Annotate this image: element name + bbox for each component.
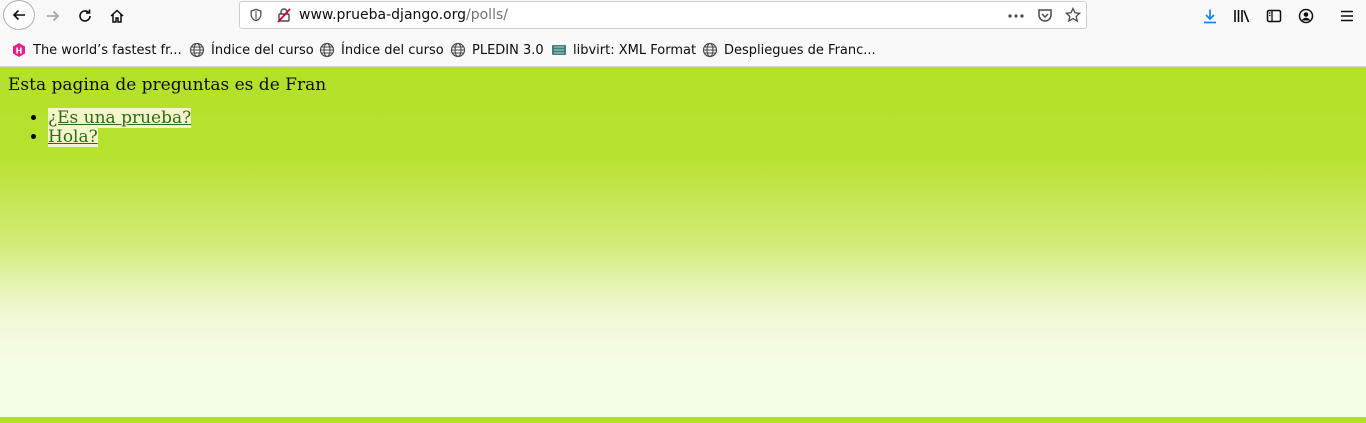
menu-button[interactable] [1332,2,1362,30]
bookmark-item[interactable]: Índice del curso [189,41,314,59]
poll-link[interactable]: Hola? [48,127,98,147]
download-icon [1204,9,1216,24]
bookmarks-toolbar: H The world’s fastest fr... Índice del c… [0,32,1366,67]
list-item: ¿Es una prueba? [48,108,192,128]
polls-list: ¿Es una prueba? Hola? [8,108,192,147]
shield-icon[interactable] [249,8,263,22]
navigation-toolbar: www.prueba-django.org/polls/ [0,0,1366,32]
home-icon [110,9,124,23]
bottom-border [0,417,1366,423]
bookmark-item[interactable]: Despliegues de Franc... [702,41,876,59]
bookmark-label: Despliegues de Franc... [724,42,876,58]
bookmark-item[interactable]: libvirt: XML Format [551,41,696,59]
globe-icon [189,42,205,58]
downloads-button[interactable] [1195,2,1225,30]
bookmark-item[interactable]: H The world’s fastest fr... [11,41,182,59]
home-button[interactable] [102,2,132,30]
account-button[interactable] [1291,2,1321,30]
library-button[interactable] [1227,2,1257,30]
hive-icon: H [11,42,27,58]
bookmark-label: The world’s fastest fr... [33,42,182,58]
url-host: www.prueba-django.org [299,7,467,23]
address-bar[interactable]: www.prueba-django.org/polls/ [239,1,1087,29]
page-heading: Esta pagina de preguntas es de Fran [8,75,327,95]
bookmark-star-icon[interactable] [1065,7,1081,23]
bookmark-item[interactable]: Índice del curso [319,41,444,59]
bookmark-label: PLEDIN 3.0 [472,42,544,58]
poll-link[interactable]: ¿Es una prueba? [48,108,192,128]
libvirt-icon [551,42,567,58]
insecure-lock-icon[interactable] [276,7,292,23]
list-item: Hola? [48,127,191,147]
bookmark-label: Índice del curso [211,42,314,58]
globe-icon [319,42,335,58]
forward-button[interactable] [38,2,68,30]
url-text[interactable]: www.prueba-django.org/polls/ [299,7,508,23]
url-path: /polls/ [466,7,508,23]
bookmark-item[interactable]: PLEDIN 3.0 [450,41,544,59]
back-arrow-icon [12,9,25,21]
globe-icon [450,42,466,58]
reload-icon [79,9,91,22]
svg-text:H: H [16,47,23,56]
account-icon [1298,8,1314,24]
globe-icon [702,42,718,58]
library-icon [1234,10,1250,23]
hamburger-menu-icon [1341,10,1353,22]
page-actions-icon[interactable] [1007,8,1025,24]
bookmark-label: Índice del curso [341,42,444,58]
page-content: Esta pagina de preguntas es de Fran ¿Es … [0,67,1366,417]
sidebar-button[interactable] [1259,2,1289,30]
sidebar-icon [1266,9,1282,23]
back-button[interactable] [3,0,35,30]
bookmark-label: libvirt: XML Format [573,42,697,58]
reload-button[interactable] [70,2,100,30]
forward-arrow-icon [47,10,60,22]
pocket-icon[interactable] [1037,7,1053,23]
